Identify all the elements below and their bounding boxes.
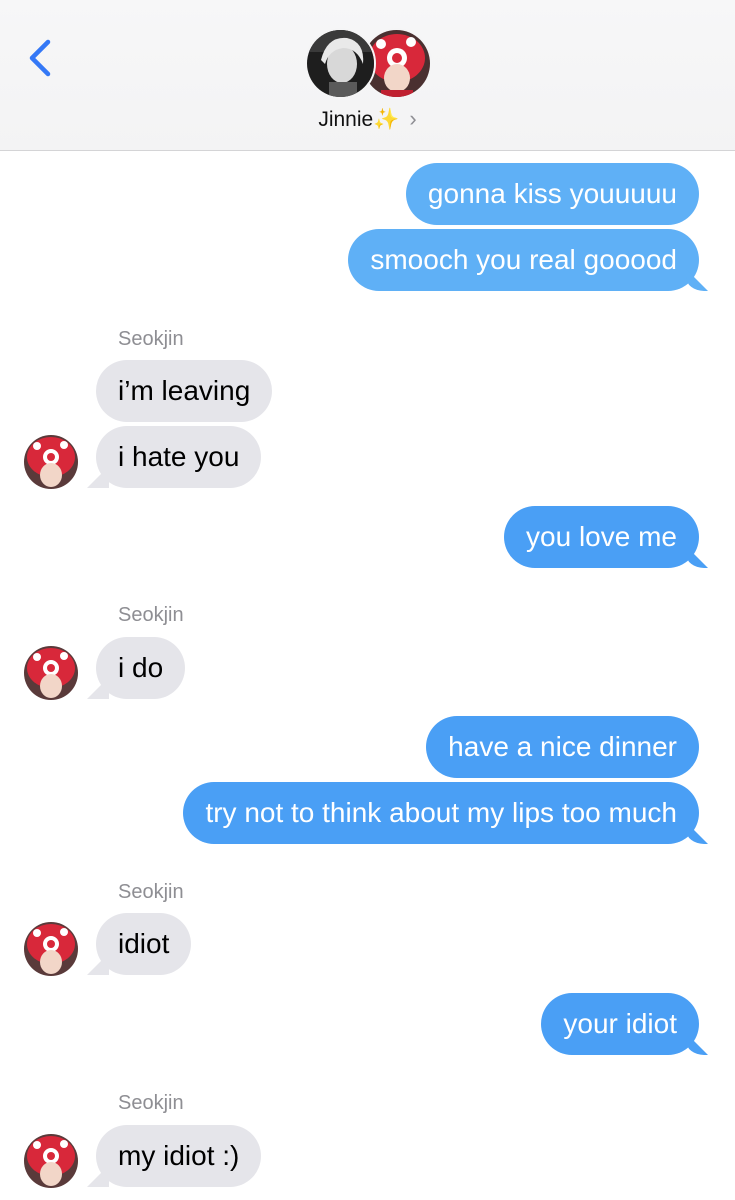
outgoing-message[interactable]: you love me bbox=[504, 506, 699, 568]
message-text: idiot bbox=[118, 928, 170, 959]
contact-name-row[interactable]: Jinnie✨ › bbox=[0, 106, 735, 132]
contact-name: Jinnie bbox=[318, 108, 374, 131]
message-text: your idiot bbox=[563, 1008, 677, 1039]
incoming-message[interactable]: my idiot :) bbox=[96, 1125, 262, 1187]
outgoing-message[interactable]: try not to think about my lips too much bbox=[183, 782, 699, 844]
avatar[interactable] bbox=[24, 1134, 78, 1188]
incoming-message[interactable]: i’m leaving bbox=[96, 360, 273, 422]
sender-name: Seokjin bbox=[118, 881, 184, 903]
message-text: have a nice dinner bbox=[448, 731, 677, 762]
sender-name: Seokjin bbox=[118, 604, 184, 626]
outgoing-message[interactable]: have a nice dinner bbox=[426, 716, 699, 778]
back-button[interactable] bbox=[22, 30, 62, 86]
chevron-left-icon bbox=[29, 39, 51, 77]
message-text: try not to think about my lips too much bbox=[205, 797, 677, 828]
conversation-header: Jinnie✨ › bbox=[0, 0, 735, 151]
incoming-message[interactable]: i hate you bbox=[96, 426, 262, 488]
sender-name: Seokjin bbox=[118, 1092, 184, 1114]
message-text: gonna kiss youuuuu bbox=[427, 178, 677, 209]
sender-name: Seokjin bbox=[118, 328, 184, 350]
avatar[interactable] bbox=[24, 922, 78, 976]
outgoing-message[interactable]: smooch you real gooood bbox=[348, 229, 699, 291]
message-text: i’m leaving bbox=[118, 375, 251, 406]
sparkles-icon: ✨ bbox=[373, 108, 400, 131]
chevron-right-icon: › bbox=[409, 106, 417, 131]
message-text: smooch you real gooood bbox=[370, 244, 677, 275]
group-avatars[interactable] bbox=[305, 28, 433, 100]
message-text: i hate you bbox=[118, 441, 240, 472]
avatar[interactable] bbox=[24, 435, 78, 489]
avatar bbox=[305, 28, 376, 99]
message-text: i do bbox=[118, 652, 164, 683]
outgoing-message[interactable]: your idiot bbox=[541, 993, 699, 1055]
incoming-message[interactable]: idiot bbox=[96, 913, 192, 975]
outgoing-message[interactable]: gonna kiss youuuuu bbox=[405, 163, 699, 225]
message-text: you love me bbox=[526, 521, 677, 552]
avatar[interactable] bbox=[24, 646, 78, 700]
message-text: my idiot :) bbox=[118, 1140, 240, 1171]
messages-app: Jinnie✨ › gonna kiss youuuuu smooch you r… bbox=[0, 0, 735, 1200]
incoming-message[interactable]: i do bbox=[96, 637, 186, 699]
